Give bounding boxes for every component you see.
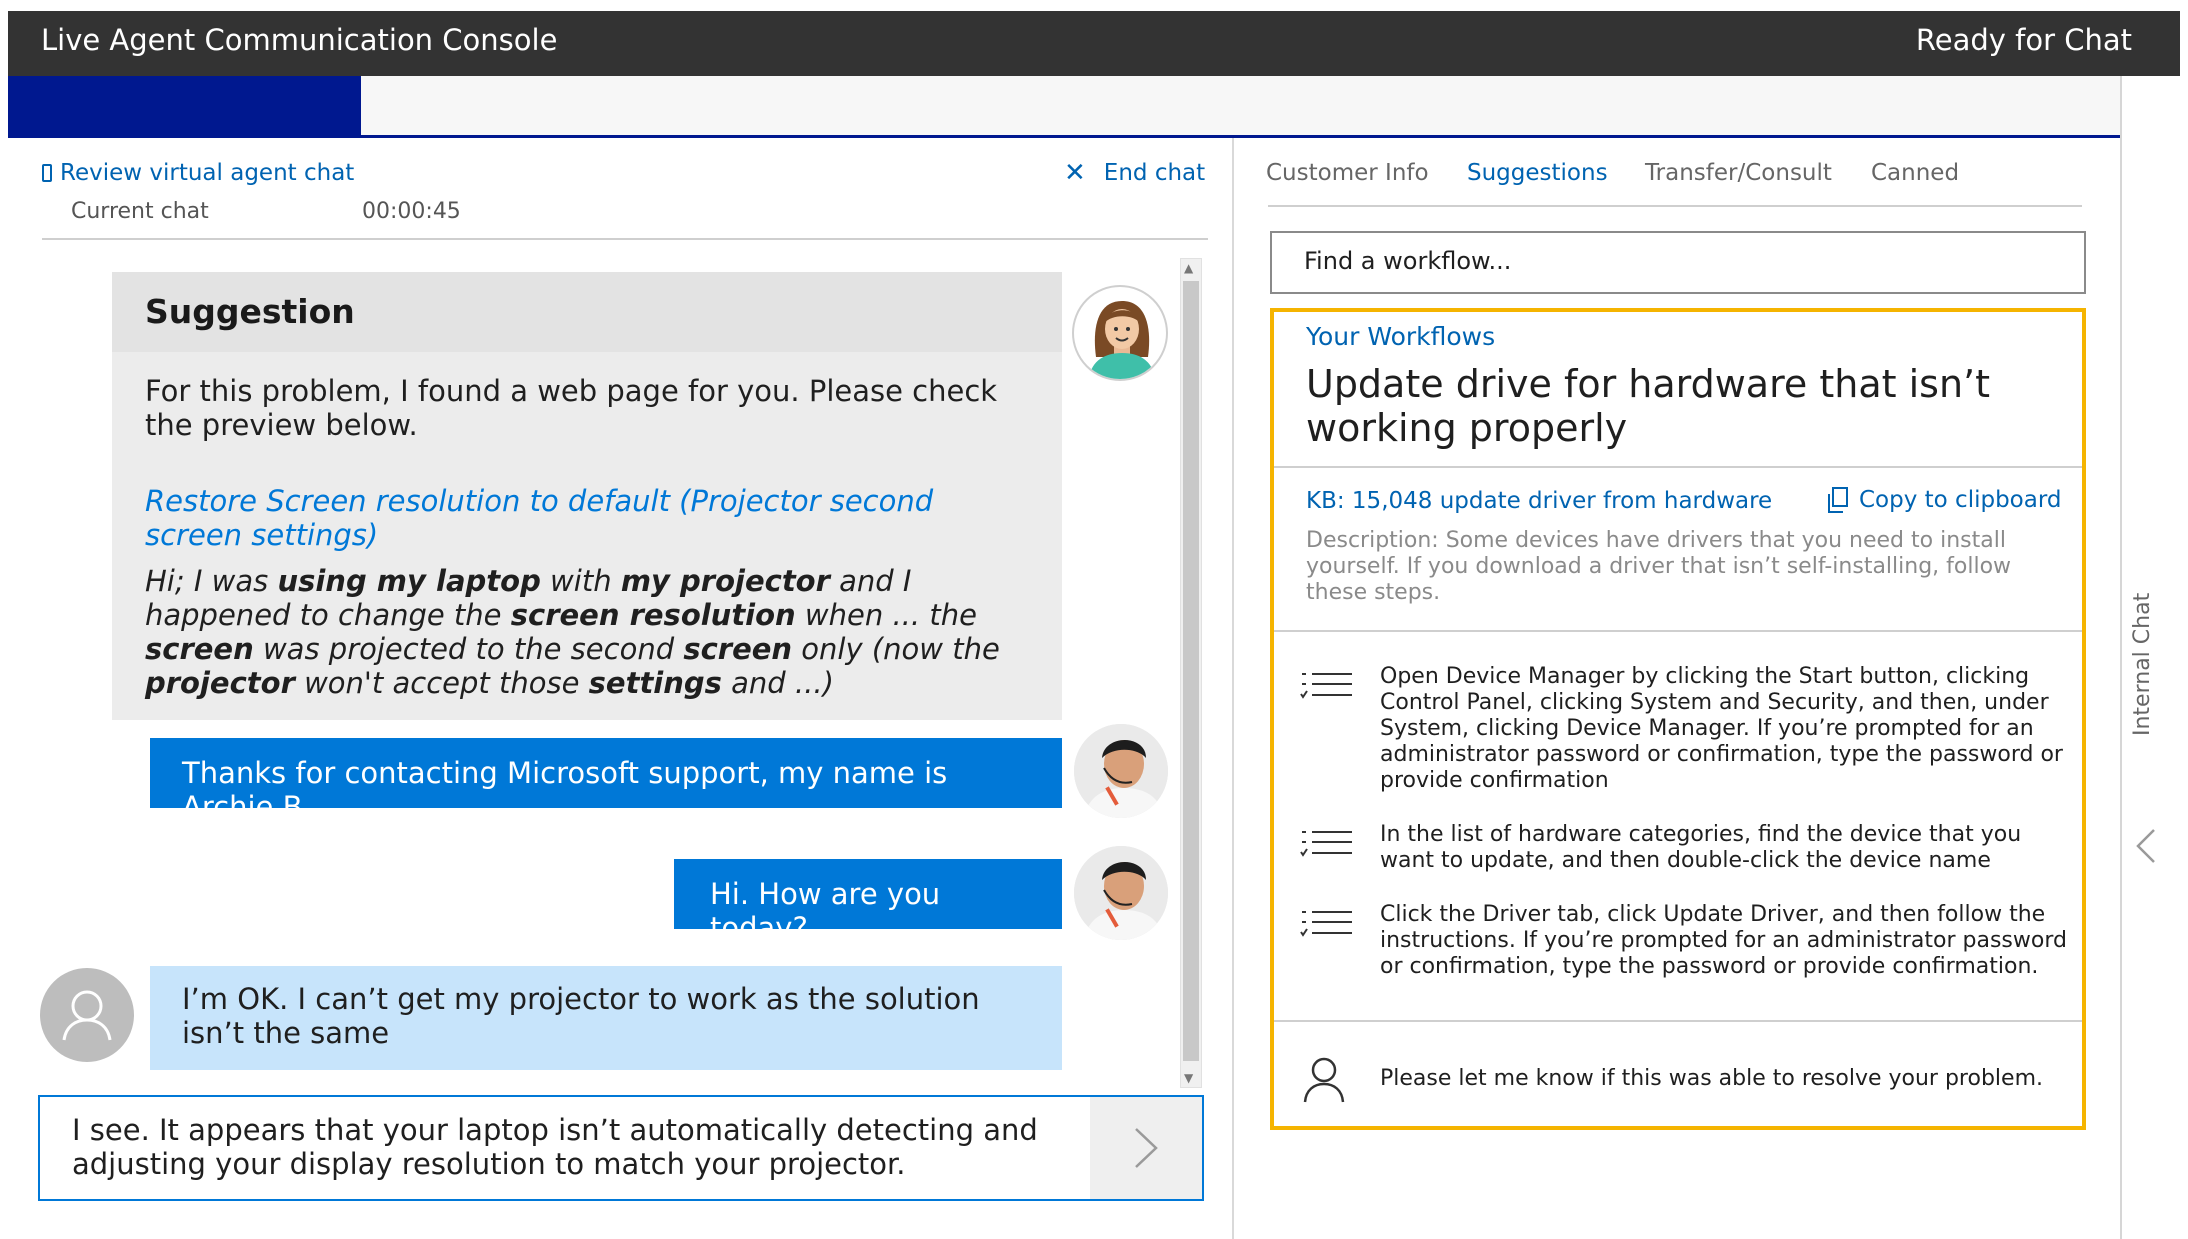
close-icon: ✕ xyxy=(1064,158,1086,188)
title-bar: Live Agent Communication Console Ready f… xyxy=(8,11,2180,76)
virtual-agent-avatar xyxy=(1072,285,1168,381)
review-virtual-agent-chat-link[interactable]: Review virtual agent chat xyxy=(42,160,354,186)
suggestion-card: Suggestion For this problem, I found a w… xyxy=(112,272,1062,720)
scroll-down-icon[interactable]: ▼ xyxy=(1184,1071,1193,1085)
copy-icon xyxy=(1828,487,1848,513)
suggestion-title: Suggestion xyxy=(145,292,355,331)
phone-icon xyxy=(42,164,52,182)
suggestion-snippet: Hi; I was using my laptop with my projec… xyxy=(145,564,1000,700)
pane-divider xyxy=(1232,138,1234,1239)
suggestion-text: For this problem, I found a web page for… xyxy=(145,374,998,442)
customer-avatar xyxy=(40,968,134,1062)
send-button[interactable] xyxy=(1090,1097,1202,1199)
agent-avatar xyxy=(1074,724,1168,818)
customer-message: I’m OK. I can’t get my projector to work… xyxy=(150,966,1062,1070)
checklist-icon xyxy=(1300,831,1352,857)
workflow-title: Update drive for hardware that isn’t wor… xyxy=(1306,362,1990,450)
chevron-left-icon[interactable] xyxy=(2132,826,2160,866)
agent-message: Hi. How are you today? xyxy=(674,859,1062,945)
scroll-up-icon[interactable]: ▲ xyxy=(1184,261,1193,275)
scrollbar-thumb[interactable] xyxy=(1183,281,1199,1061)
step-text: In the list of hardware categories, find… xyxy=(1380,822,2022,873)
closing-text: Please let me know if this was able to r… xyxy=(1380,1066,2043,1091)
tab-suggestions[interactable]: Suggestions xyxy=(1467,160,1608,186)
session-tab-strip xyxy=(8,76,2120,138)
divider xyxy=(1274,466,2082,468)
virtual-agent-icon xyxy=(1088,301,1156,379)
agent-status[interactable]: Ready for Chat xyxy=(1916,23,2132,57)
step-text: Open Device Manager by clicking the Star… xyxy=(1380,664,2063,793)
person-icon xyxy=(1303,1057,1345,1103)
workflow-description: Description: Some devices have drivers t… xyxy=(1306,528,2012,605)
agent-avatar xyxy=(1074,846,1168,940)
agent-headset-icon xyxy=(1074,846,1168,940)
copy-label: Copy to clipboard xyxy=(1859,487,2062,513)
checklist-icon xyxy=(1300,911,1352,937)
agent-headset-icon xyxy=(1074,724,1168,818)
chevron-right-icon xyxy=(1135,1128,1158,1168)
divider xyxy=(1268,205,2082,207)
active-session-tab[interactable] xyxy=(8,76,361,135)
divider xyxy=(1274,1020,2082,1022)
suggestion-link[interactable]: Restore Screen resolution to default (Pr… xyxy=(145,484,1035,552)
internal-chat-label: Internal Chat xyxy=(2130,592,2155,736)
step-text: Click the Driver tab, click Update Drive… xyxy=(1380,902,2067,979)
internal-chat-rail[interactable]: Internal Chat xyxy=(2120,76,2180,1239)
app-title: Live Agent Communication Console xyxy=(41,23,558,57)
tab-transfer-consult[interactable]: Transfer/Consult xyxy=(1645,160,1832,186)
message-compose-box[interactable]: I see. It appears that your laptop isn’t… xyxy=(38,1095,1204,1201)
message-input[interactable]: I see. It appears that your laptop isn’t… xyxy=(72,1113,1112,1181)
end-chat-label: End chat xyxy=(1103,160,1206,186)
copy-to-clipboard-button[interactable]: Copy to clipboard xyxy=(1827,486,2062,514)
tab-canned[interactable]: Canned xyxy=(1871,160,1959,186)
workflows-label: Your Workflows xyxy=(1306,322,1496,351)
tab-customer-info[interactable]: Customer Info xyxy=(1266,160,1429,186)
review-link-label: Review virtual agent chat xyxy=(60,160,355,186)
divider xyxy=(42,238,1208,240)
workflow-card: Your Workflows Update drive for hardware… xyxy=(1270,308,2086,1130)
current-chat-label: Current chat xyxy=(71,199,209,224)
workflow-search-input[interactable]: Find a workflow... xyxy=(1270,231,2086,294)
chat-timer: 00:00:45 xyxy=(362,199,461,224)
divider xyxy=(1274,630,2082,632)
end-chat-button[interactable]: ✕ End chat xyxy=(1064,160,1205,186)
kb-article-link[interactable]: KB: 15,048 update driver from hardware xyxy=(1306,488,1772,514)
chat-scrollbar[interactable]: ▲ ▼ xyxy=(1180,258,1202,1088)
person-icon xyxy=(62,990,112,1041)
agent-message: Thanks for contacting Microsoft support,… xyxy=(150,738,1062,824)
checklist-icon xyxy=(1300,673,1352,699)
